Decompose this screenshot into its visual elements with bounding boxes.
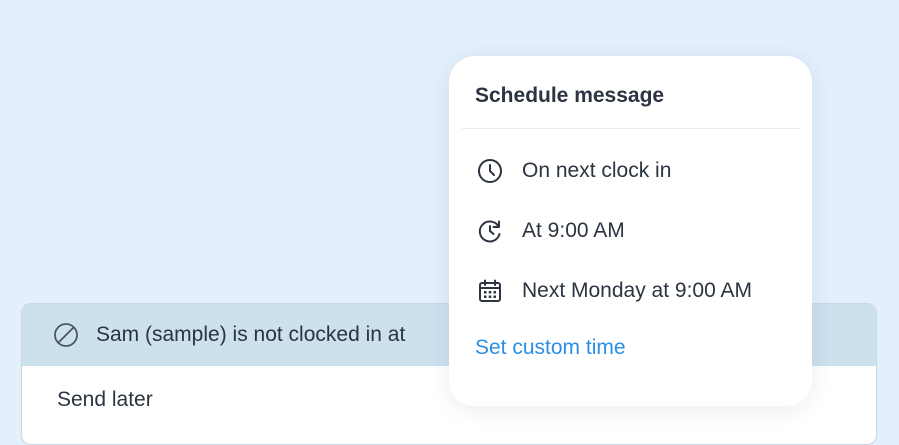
option-label: On next clock in (522, 159, 672, 182)
schedule-message-popup: Schedule message On next clock in At 9:0… (449, 56, 812, 406)
blocked-icon (52, 321, 80, 349)
calendar-icon (475, 276, 505, 306)
popup-divider (462, 128, 800, 129)
option-label: At 9:00 AM (522, 219, 625, 242)
clock-icon (475, 156, 505, 186)
clock-refresh-icon (475, 216, 505, 246)
banner-text: Sam (sample) is not clocked in at (96, 323, 406, 346)
option-next-monday[interactable]: Next Monday at 9:00 AM (475, 269, 752, 313)
set-custom-time-link[interactable]: Set custom time (475, 336, 626, 360)
option-next-clock-in[interactable]: On next clock in (475, 149, 671, 193)
option-label: Next Monday at 9:00 AM (522, 279, 752, 302)
popup-title: Schedule message (475, 84, 665, 107)
option-at-9am[interactable]: At 9:00 AM (475, 209, 625, 253)
